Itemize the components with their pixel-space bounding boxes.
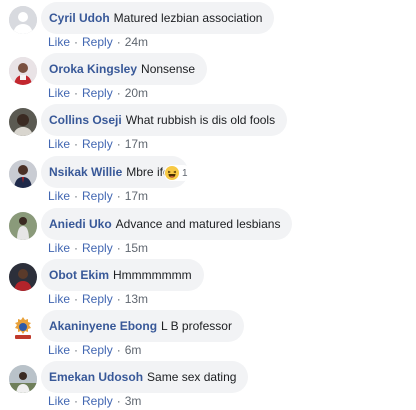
reaction-count: 1	[182, 167, 188, 179]
comment-author[interactable]: Nsikak Willie	[49, 165, 122, 179]
user-avatar-icon[interactable]	[9, 365, 37, 393]
separator: ·	[116, 137, 121, 151]
reply-button[interactable]: Reply	[82, 394, 113, 408]
comment-item: Oroka Kingsley Nonsense Like · Reply · 2…	[0, 53, 416, 104]
comment-actions: Like · Reply · 6m	[48, 342, 141, 358]
like-button[interactable]: Like	[48, 292, 70, 306]
comment-item: Nsikak Willie Mbre ifod 1 Like · Reply ·…	[0, 156, 416, 207]
comment-timestamp[interactable]: 3m	[125, 394, 142, 408]
comment-actions: Like · Reply · 13m	[48, 291, 148, 307]
comment-timestamp[interactable]: 17m	[125, 137, 148, 151]
separator: ·	[116, 343, 121, 357]
comment-item: Akaninyene Ebong L B professor Like · Re…	[0, 310, 416, 361]
user-avatar-icon[interactable]	[9, 57, 37, 85]
comment-timestamp[interactable]: 6m	[125, 343, 142, 357]
reply-button[interactable]: Reply	[82, 189, 113, 203]
reply-button[interactable]: Reply	[82, 292, 113, 306]
separator: ·	[116, 292, 121, 306]
comment-author[interactable]: Emekan Udosoh	[49, 370, 143, 384]
emblem-logo-icon[interactable]	[9, 314, 37, 342]
comment-author[interactable]: Cyril Udoh	[49, 11, 110, 25]
comment-timestamp[interactable]: 17m	[125, 189, 148, 203]
comment-actions: Like · Reply · 15m	[48, 240, 148, 256]
comment-bubble: Cyril Udoh Matured lezbian association	[41, 2, 275, 34]
user-avatar-icon[interactable]	[9, 263, 37, 291]
comment-text: What rubbish is dis old fools	[125, 113, 276, 127]
comment-timestamp[interactable]: 15m	[125, 241, 148, 255]
comment-timestamp[interactable]: 24m	[125, 35, 148, 49]
separator: ·	[74, 189, 79, 203]
comment-actions: Like · Reply · 17m	[48, 136, 148, 152]
reply-button[interactable]: Reply	[82, 241, 113, 255]
reply-button[interactable]: Reply	[82, 343, 113, 357]
separator: ·	[116, 241, 121, 255]
comment-text: Same sex dating	[147, 370, 237, 384]
separator: ·	[74, 394, 79, 408]
comment-text: Hmmmmmmm	[113, 268, 192, 282]
like-button[interactable]: Like	[48, 35, 70, 49]
comment-item: Emekan Udosoh Same sex dating Like · Rep…	[0, 361, 416, 410]
comment-author[interactable]: Akaninyene Ebong	[49, 319, 157, 333]
comment-timestamp[interactable]: 13m	[125, 292, 148, 306]
comment-actions: Like · Reply · 17m	[48, 188, 148, 204]
comment-item: Aniedi Uko Advance and matured lesbians …	[0, 208, 416, 259]
comment-bubble: Emekan Udosoh Same sex dating	[41, 361, 249, 393]
like-button[interactable]: Like	[48, 86, 70, 100]
separator: ·	[74, 241, 79, 255]
comment-text: Nonsense	[141, 62, 196, 76]
comment-bubble: Oroka Kingsley Nonsense	[41, 53, 208, 85]
separator: ·	[116, 35, 121, 49]
haha-emoji-icon	[165, 166, 179, 180]
separator: ·	[116, 86, 121, 100]
comment-text: Matured lezbian association	[113, 11, 263, 25]
comment-timestamp[interactable]: 20m	[125, 86, 148, 100]
comment-text: Advance and matured lesbians	[115, 217, 281, 231]
comment-text: L B professor	[161, 319, 232, 333]
comment-actions: Like · Reply · 3m	[48, 393, 141, 409]
comment-bubble: Aniedi Uko Advance and matured lesbians	[41, 208, 293, 240]
user-avatar-icon[interactable]	[9, 160, 37, 188]
comment-author[interactable]: Collins Oseji	[49, 113, 122, 127]
separator: ·	[116, 394, 121, 408]
reply-button[interactable]: Reply	[82, 86, 113, 100]
separator: ·	[116, 189, 121, 203]
comment-item: Obot Ekim Hmmmmmmm Like · Reply · 13m	[0, 259, 416, 310]
like-button[interactable]: Like	[48, 394, 70, 408]
comment-author[interactable]: Oroka Kingsley	[49, 62, 137, 76]
like-button[interactable]: Like	[48, 241, 70, 255]
separator: ·	[74, 35, 79, 49]
comment-author[interactable]: Aniedi Uko	[49, 217, 112, 231]
comment-bubble: Akaninyene Ebong L B professor	[41, 310, 244, 342]
like-button[interactable]: Like	[48, 137, 70, 151]
comment-author[interactable]: Obot Ekim	[49, 268, 109, 282]
comment-actions: Like · Reply · 20m	[48, 85, 148, 101]
generic-user-icon[interactable]	[9, 6, 37, 34]
reaction-summary[interactable]: 1	[164, 165, 191, 181]
user-avatar-icon[interactable]	[9, 212, 37, 240]
comment-bubble: Obot Ekim Hmmmmmmm	[41, 259, 204, 291]
reply-button[interactable]: Reply	[82, 137, 113, 151]
comment-list: Cyril Udoh Matured lezbian association L…	[0, 0, 416, 410]
separator: ·	[74, 137, 79, 151]
reply-button[interactable]: Reply	[82, 35, 113, 49]
user-avatar-icon[interactable]	[9, 108, 37, 136]
separator: ·	[74, 292, 79, 306]
separator: ·	[74, 343, 79, 357]
comment-bubble: Collins Oseji What rubbish is dis old fo…	[41, 104, 288, 136]
comment-item: Collins Oseji What rubbish is dis old fo…	[0, 104, 416, 155]
comment-item: Cyril Udoh Matured lezbian association L…	[0, 2, 416, 53]
like-button[interactable]: Like	[48, 189, 70, 203]
separator: ·	[74, 86, 79, 100]
like-button[interactable]: Like	[48, 343, 70, 357]
comment-actions: Like · Reply · 24m	[48, 34, 148, 50]
